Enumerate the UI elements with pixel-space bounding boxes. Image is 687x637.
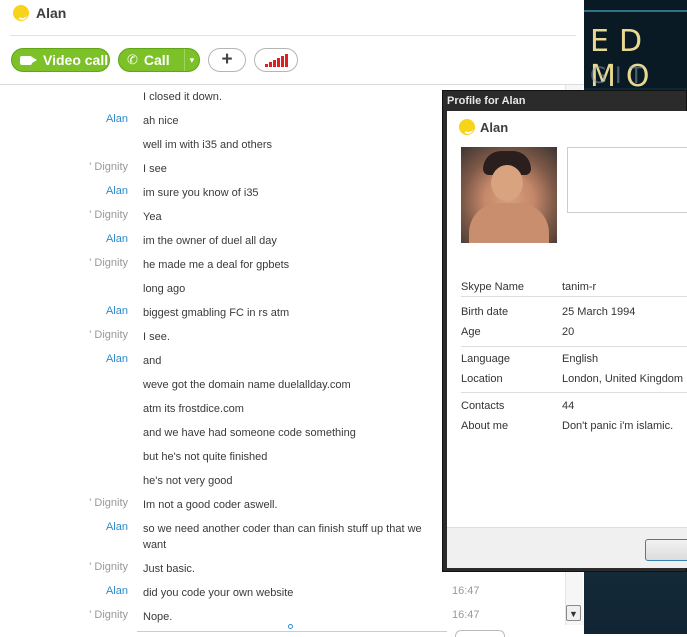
- language-label: Language: [461, 353, 510, 365]
- message-sender: Alan: [105, 233, 128, 245]
- phone-icon: ✆: [127, 52, 138, 67]
- birth-date-value: 25 March 1994: [562, 306, 636, 318]
- message-text: and we have had someone code something: [143, 427, 356, 439]
- banner-stripe: [584, 10, 687, 12]
- plus-icon: +: [221, 49, 233, 70]
- message-text: did you code your own website: [143, 587, 294, 599]
- contact-title: Alan: [13, 5, 66, 21]
- input-indicator-icon: [288, 624, 293, 629]
- message-text: long ago: [143, 283, 186, 295]
- message-text: Just basic.: [143, 563, 195, 575]
- profile-name-row: Alan: [459, 119, 508, 135]
- status-icon: [459, 119, 475, 135]
- background-banner: ED MO GIT US: [584, 0, 687, 88]
- message-text: weve got the domain name duelallday.com: [143, 379, 351, 391]
- contact-name[interactable]: Alan: [36, 5, 66, 21]
- message-text: well im with i35 and others: [143, 139, 273, 151]
- message-text: Yea: [143, 211, 162, 223]
- message-sender: Alan: [105, 521, 128, 533]
- divider: [461, 392, 687, 393]
- age-value: 20: [562, 326, 575, 338]
- message-text: atm its frostdice.com: [143, 403, 244, 415]
- message-text: ah nice: [143, 115, 179, 127]
- message-text: he's not very good: [143, 475, 233, 487]
- profile-window-title[interactable]: Profile for Alan: [443, 91, 687, 111]
- message-text: I closed it down.: [143, 91, 222, 103]
- message-text: I see.: [143, 331, 170, 343]
- message-timestamp: 16:47: [452, 585, 480, 597]
- message-timestamp: 16:47: [452, 609, 480, 621]
- divider: [461, 346, 687, 347]
- call-label: Call: [143, 52, 170, 68]
- message-text: so we need another coder than can finish…: [143, 523, 422, 551]
- birth-date-label: Birth date: [461, 306, 509, 318]
- call-button[interactable]: ✆ Call ▾: [118, 48, 200, 72]
- divider: [461, 296, 687, 297]
- call-quality-button[interactable]: [254, 48, 298, 72]
- location-value: London, United Kingdom: [562, 373, 684, 385]
- message-sender: ' Dignity: [89, 161, 128, 173]
- scroll-down-button[interactable]: ▼: [566, 605, 581, 621]
- profile-window: Profile for Alan Alan Skype Name tanim-r…: [442, 90, 687, 572]
- message-text: biggest gmabling FC in rs atm: [143, 307, 290, 319]
- profile-name: Alan: [480, 119, 509, 135]
- message-text: Nope.: [143, 611, 173, 623]
- message-text: Im not a good coder aswell.: [143, 499, 278, 511]
- video-camera-icon: [20, 55, 37, 65]
- contacts-value: 44: [562, 400, 575, 412]
- message-sender: ' Dignity: [89, 609, 128, 621]
- message-sender: ' Dignity: [89, 561, 128, 573]
- language-value: English: [562, 353, 599, 365]
- message-sender: ' Dignity: [89, 497, 128, 509]
- message-text: but he's not quite finished: [143, 451, 268, 463]
- skype-name-label: Skype Name: [461, 281, 524, 293]
- profile-close-button[interactable]: [645, 539, 687, 561]
- message-sender: Alan: [105, 305, 128, 317]
- profile-avatar: [461, 147, 557, 243]
- video-call-button[interactable]: Video call: [11, 48, 110, 72]
- message-sender: Alan: [105, 113, 128, 125]
- header-divider: [10, 35, 576, 36]
- message-input[interactable]: [137, 631, 447, 635]
- message-sender: Alan: [105, 353, 128, 365]
- call-options-dropdown[interactable]: ▾: [183, 49, 194, 71]
- message-text: he made me a deal for gpbets: [143, 259, 290, 271]
- signal-bars-icon: [264, 53, 288, 67]
- message-text: im sure you know of i35: [143, 187, 259, 199]
- message-sender: ' Dignity: [89, 329, 128, 341]
- message-sender: ' Dignity: [89, 257, 128, 269]
- age-label: Age: [461, 326, 481, 338]
- message-sender: Alan: [105, 585, 128, 597]
- message-text: im the owner of duel all day: [143, 235, 277, 247]
- location-label: Location: [461, 373, 503, 385]
- mood-message-box: [567, 147, 687, 213]
- skype-name-value: tanim-r: [562, 281, 597, 293]
- video-call-label: Video call: [43, 52, 109, 68]
- add-participant-button[interactable]: +: [208, 48, 246, 72]
- profile-body: Alan Skype Name tanim-r Birth date 25 Ma…: [447, 111, 687, 567]
- conversation-header: Alan Video call ✆ Call ▾ +: [0, 0, 584, 85]
- contacts-label: Contacts: [461, 400, 505, 412]
- message-text: and: [143, 355, 162, 367]
- about-me-label: About me: [461, 420, 509, 432]
- banner-text-faded: GIT US: [590, 64, 651, 88]
- message-sender: ' Dignity: [89, 209, 128, 221]
- about-me-value: Don't panic i'm islamic.: [562, 420, 674, 432]
- message-sender: Alan: [105, 185, 128, 197]
- message-text: I see: [143, 163, 167, 175]
- status-icon: [13, 5, 29, 21]
